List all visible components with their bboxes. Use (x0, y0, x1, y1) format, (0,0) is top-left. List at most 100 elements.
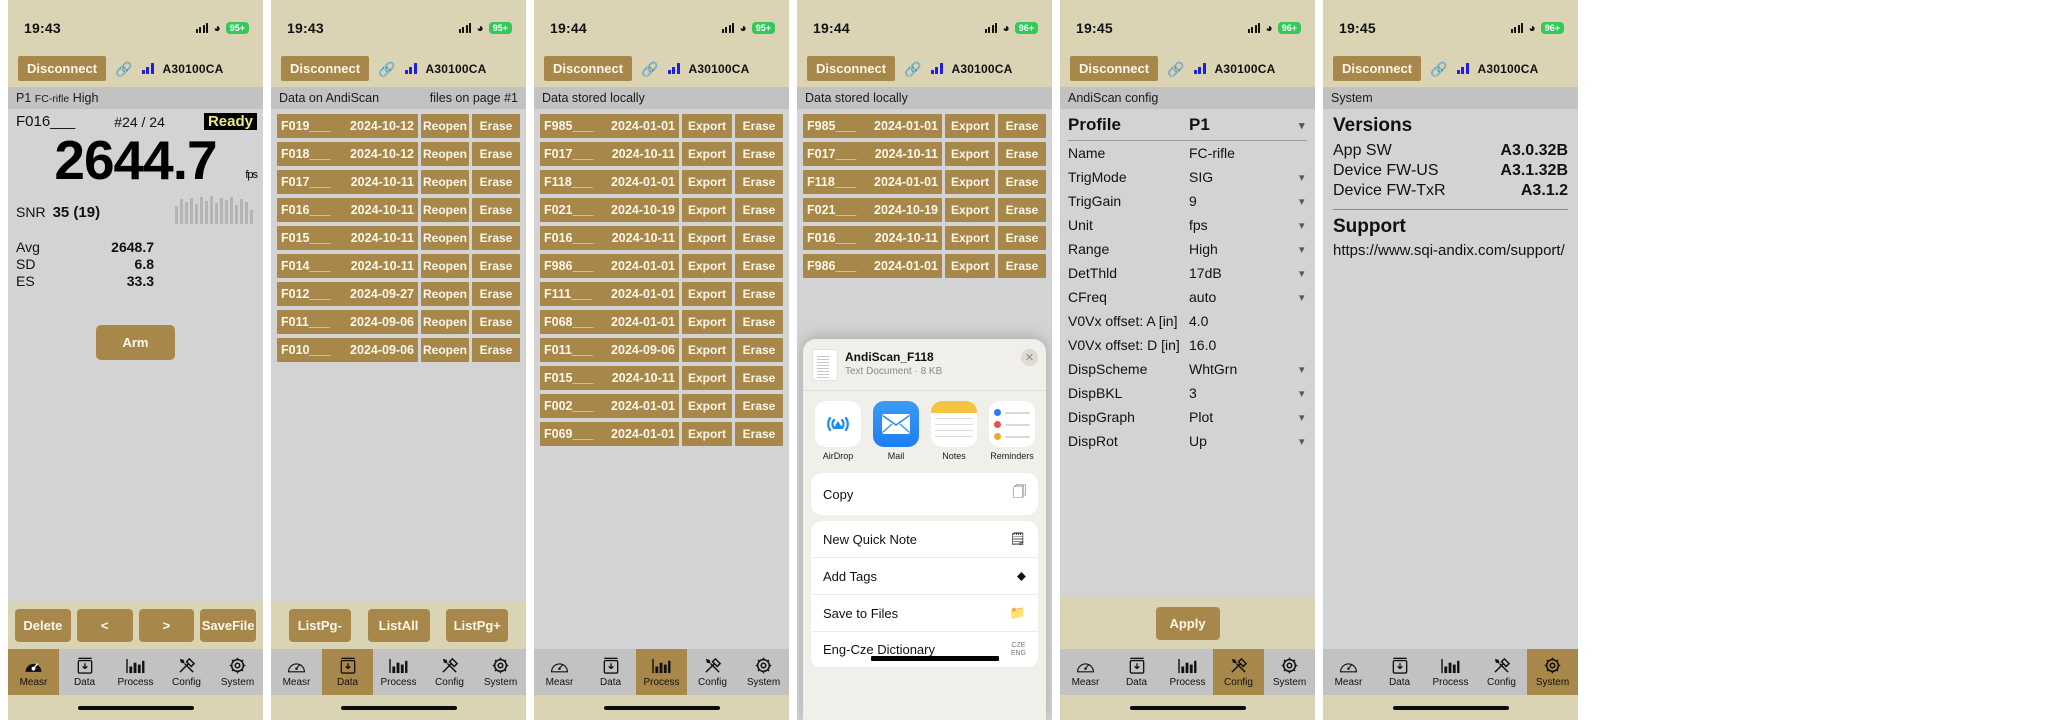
tab-process[interactable]: Process (636, 649, 687, 695)
delete-button[interactable]: Delete (15, 609, 71, 642)
home-indicator[interactable] (1129, 705, 1246, 710)
erase-button[interactable]: Erase (735, 282, 783, 306)
tab-measr[interactable]: Measr (1323, 649, 1374, 695)
erase-button[interactable]: Erase (735, 170, 783, 194)
config-row-unit[interactable]: Unit fps ▾ (1068, 213, 1307, 237)
file-entry-button[interactable]: F017___ 2024-10-11 (803, 142, 942, 166)
tab-data[interactable]: Data (1374, 649, 1425, 695)
erase-button[interactable]: Erase (998, 198, 1046, 222)
config-row-trigmode[interactable]: TrigMode SIG ▾ (1068, 165, 1307, 189)
list-all-button[interactable]: ListAll (367, 609, 430, 642)
file-entry-button[interactable]: F014___ 2024-10-11 (277, 254, 418, 278)
config-row-v0vx-offset-d[interactable]: V0Vx offset: D [in] 16.0▾ (1068, 333, 1307, 357)
home-indicator[interactable] (77, 705, 194, 710)
config-row-disprot[interactable]: DispRot Up ▾ (1068, 429, 1307, 453)
tab-config[interactable]: Config (1476, 649, 1527, 695)
share-action-new-quick-note[interactable]: New Quick Note 🗒 (811, 521, 1038, 558)
share-target-mail[interactable]: Mail (873, 401, 919, 461)
share-target-airdrop[interactable]: AirDrop (815, 401, 861, 461)
config-profile-row[interactable]: Profile P1 ▾ (1068, 111, 1307, 141)
savefile-button[interactable]: SaveFile (200, 609, 256, 642)
next-button[interactable]: > (138, 609, 195, 642)
share-target-reminders[interactable]: Reminders (989, 401, 1035, 461)
file-entry-button[interactable]: F111___ 2024-01-01 (540, 282, 679, 306)
erase-button[interactable]: Erase (735, 198, 783, 222)
file-entry-button[interactable]: F002___ 2024-01-01 (540, 394, 679, 418)
tab-system[interactable]: System (738, 649, 789, 695)
tab-system[interactable]: System (212, 649, 263, 695)
file-entry-button[interactable]: F068___ 2024-01-01 (540, 310, 679, 334)
config-row-name[interactable]: Name FC-rifle▾ (1068, 141, 1307, 165)
erase-button[interactable]: Erase (735, 366, 783, 390)
export-button[interactable]: Export (682, 254, 732, 278)
export-button[interactable]: Export (682, 142, 732, 166)
export-button[interactable]: Export (945, 226, 995, 250)
tab-system[interactable]: System (1264, 649, 1315, 695)
erase-button[interactable]: Erase (735, 310, 783, 334)
tab-data[interactable]: Data (585, 649, 636, 695)
export-button[interactable]: Export (682, 338, 732, 362)
tab-process[interactable]: Process (1425, 649, 1476, 695)
file-entry-button[interactable]: F021___ 2024-10-19 (803, 198, 942, 222)
erase-button[interactable]: Erase (735, 114, 783, 138)
share-action-add-tags[interactable]: Add Tags ⬥ (811, 558, 1038, 595)
tab-system[interactable]: System (475, 649, 526, 695)
tab-data[interactable]: Data (1111, 649, 1162, 695)
reopen-button[interactable]: Reopen (421, 310, 469, 334)
erase-button[interactable]: Erase (998, 170, 1046, 194)
erase-button[interactable]: Erase (472, 310, 520, 334)
config-row-dispscheme[interactable]: DispScheme WhtGrn ▾ (1068, 357, 1307, 381)
export-button[interactable]: Export (945, 114, 995, 138)
erase-button[interactable]: Erase (472, 282, 520, 306)
file-entry-button[interactable]: F016___ 2024-10-11 (277, 198, 418, 222)
tab-process[interactable]: Process (373, 649, 424, 695)
config-row-triggain[interactable]: TrigGain 9 ▾ (1068, 189, 1307, 213)
file-entry-button[interactable]: F019___ 2024-10-12 (277, 114, 418, 138)
reopen-button[interactable]: Reopen (421, 114, 469, 138)
reopen-button[interactable]: Reopen (421, 198, 469, 222)
export-button[interactable]: Export (682, 282, 732, 306)
tab-config[interactable]: Config (161, 649, 212, 695)
reopen-button[interactable]: Reopen (421, 254, 469, 278)
tab-data[interactable]: Data (322, 649, 373, 695)
tab-config[interactable]: Config (1213, 649, 1264, 695)
tab-data[interactable]: Data (59, 649, 110, 695)
disconnect-button[interactable]: Disconnect (281, 56, 370, 81)
config-row-dispgraph[interactable]: DispGraph Plot ▾ (1068, 405, 1307, 429)
file-entry-button[interactable]: F017___ 2024-10-11 (540, 142, 679, 166)
erase-button[interactable]: Erase (735, 394, 783, 418)
export-button[interactable]: Export (682, 422, 732, 446)
export-button[interactable]: Export (682, 366, 732, 390)
erase-button[interactable]: Erase (472, 198, 520, 222)
reopen-button[interactable]: Reopen (421, 142, 469, 166)
file-entry-button[interactable]: F015___ 2024-10-11 (277, 226, 418, 250)
export-button[interactable]: Export (945, 142, 995, 166)
file-entry-button[interactable]: F010___ 2024-09-06 (277, 338, 418, 362)
close-icon[interactable]: ✕ (1021, 349, 1038, 366)
file-entry-button[interactable]: F011___ 2024-09-06 (540, 338, 679, 362)
tab-process[interactable]: Process (110, 649, 161, 695)
support-link[interactable]: https://www.sqi-andix.com/support/ (1333, 242, 1568, 259)
file-entry-button[interactable]: F118___ 2024-01-01 (803, 170, 942, 194)
disconnect-button[interactable]: Disconnect (544, 56, 633, 81)
tab-measr[interactable]: Measr (8, 649, 59, 695)
config-row-v0vx-offset-a[interactable]: V0Vx offset: A [in] 4.0▾ (1068, 309, 1307, 333)
erase-button[interactable]: Erase (998, 226, 1046, 250)
erase-button[interactable]: Erase (472, 170, 520, 194)
share-action-save-to-files[interactable]: Save to Files 📁 (811, 595, 1038, 632)
disconnect-button[interactable]: Disconnect (1333, 56, 1422, 81)
list-page-next-button[interactable]: ListPg+ (446, 609, 509, 642)
export-button[interactable]: Export (945, 254, 995, 278)
export-button[interactable]: Export (682, 226, 732, 250)
erase-button[interactable]: Erase (998, 254, 1046, 278)
reopen-button[interactable]: Reopen (421, 282, 469, 306)
file-entry-button[interactable]: F986___ 2024-01-01 (540, 254, 679, 278)
tab-process[interactable]: Process (1162, 649, 1213, 695)
file-entry-button[interactable]: F016___ 2024-10-11 (803, 226, 942, 250)
erase-button[interactable]: Erase (998, 114, 1046, 138)
tab-measr[interactable]: Measr (271, 649, 322, 695)
erase-button[interactable]: Erase (472, 254, 520, 278)
share-action-dictionary[interactable]: Eng-Cze Dictionary CZE ENG (811, 632, 1038, 669)
disconnect-button[interactable]: Disconnect (1070, 56, 1159, 81)
arm-button[interactable]: Arm (96, 324, 175, 360)
